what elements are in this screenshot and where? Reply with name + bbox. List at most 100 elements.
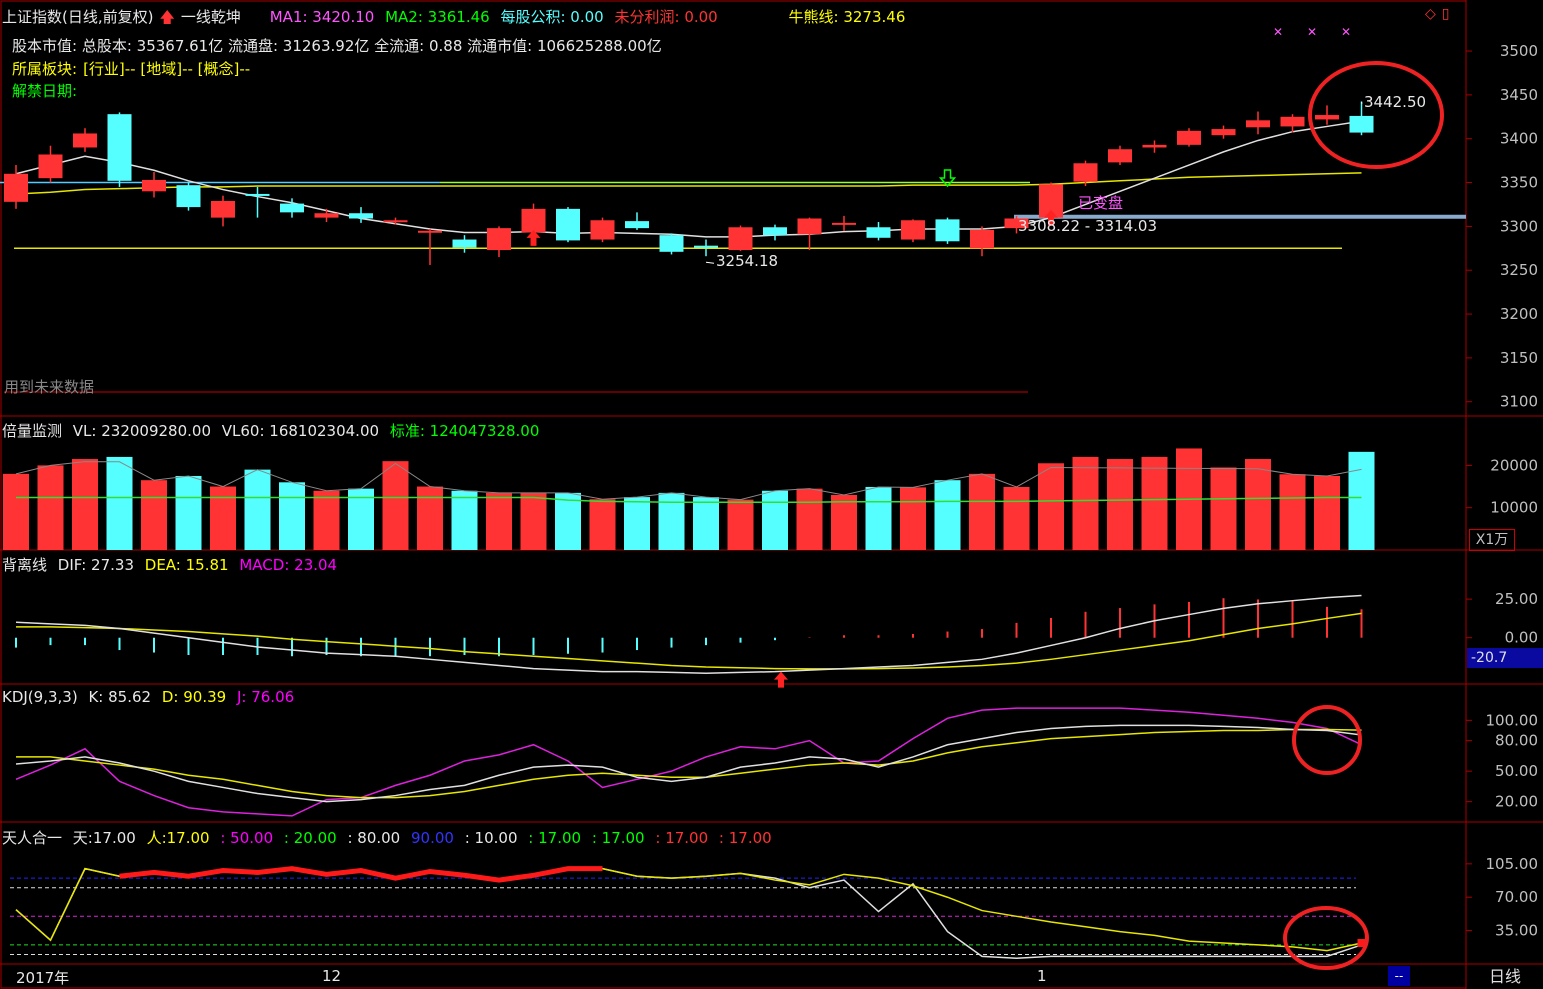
low-pointer [705,261,715,264]
candle-body [832,222,856,225]
candle-body [1211,129,1236,136]
year-label: 2017年 [16,969,70,987]
candle-body [487,228,511,251]
volume-bar [1245,459,1271,550]
unlock-date-label: 解禁日期: [12,82,78,100]
candle-body [38,154,63,179]
ren-line [15,867,1362,952]
candle-body [4,173,28,202]
candle-body [176,185,201,208]
main-header: 上证指数(日线,前复权) 🡅 一线乾坤 MA1: 3420.10 MA2: 3361… [2,6,911,32]
volume-bar [865,486,892,550]
macd-header: 背离线 DIF: 27.33 DEA: 15.81 MACD: 23.04 [2,554,343,575]
volume-bar [1072,456,1099,550]
candle-body [280,203,304,213]
highlight-circle-tianren [1283,906,1369,970]
tianren-indicator-name[interactable]: 天人合一 [2,829,62,847]
value-17c: : 17.00 [655,829,709,847]
volume-bar [1107,459,1133,550]
star-marker-0: ✕ [1273,25,1283,39]
scroll-indicator[interactable]: -- [1388,966,1410,986]
candle-body [1142,144,1167,148]
vl60-value: VL60: 168102304.00 [221,422,380,440]
volume-bar [279,482,305,550]
value-17d: : 17.00 [718,829,772,847]
index-name[interactable]: 上证指数(日线,前复权) [2,8,153,26]
macd-tick-label-0: 0.00 [1505,629,1538,647]
candle-body [694,245,718,248]
volume-header: 倍量监测 VL: 232009280.00 VL60: 168102304.00… [2,420,545,441]
sell-arrow-icon [938,169,957,188]
candle-body [1177,130,1201,145]
dif-value: DIF: 27.33 [57,556,134,574]
volume-bar [141,480,167,550]
candle-body [763,227,787,236]
dif-line [15,594,1362,674]
star-marker-1: ✕ [1307,25,1317,39]
sector-value[interactable]: [行业]-- [地域]-- [概念]-- [83,60,250,78]
indicator-name[interactable]: 一线乾坤 [181,8,241,26]
per-share-fund: 每股公积: 0.00 [500,8,604,26]
macd-value: MACD: 23.04 [239,556,338,574]
kdj-tick-label-2: 80.00 [1495,732,1538,750]
volume-bar [969,473,995,550]
price-tick-label-1: 3150 [1500,349,1538,367]
volume-bar [106,456,133,550]
corner-icons: ◇ ▯ [1425,6,1456,22]
tianren-tick-label-0: 35.00 [1495,922,1538,940]
undistributed-profit: 未分利润: 0.00 [614,8,718,26]
candle-body [107,114,132,181]
candle-body [901,220,925,240]
candle-body [349,213,373,219]
level-80: : 80.00 [347,829,401,847]
period-tab-daily[interactable]: 日线 [1469,966,1541,988]
volume-bar [244,469,271,550]
future-data-note: 用到未来数据 [4,378,95,396]
vl-value: VL: 232009280.00 [72,422,211,440]
value-17b: : 17.00 [591,829,645,847]
candle-body [866,227,891,238]
window-icon[interactable]: ▯ [1442,6,1450,22]
highlight-circle-price [1308,61,1444,169]
candle-body [728,227,753,251]
volume-bar [72,459,98,550]
volume-bar [382,461,409,550]
volume-bar [900,487,926,550]
candle-body [211,200,235,218]
price-tick-label-6: 3400 [1500,130,1538,148]
volume-bar [796,488,823,550]
kdj-tick-label-1: 50.00 [1495,762,1538,780]
price-tick-label-3: 3250 [1500,261,1538,279]
volume-bar [486,492,512,550]
volume-bar [1003,486,1030,550]
macd-cross-arrow-icon [774,671,788,688]
high-price-label: 3442.50 [1364,93,1427,111]
volume-bar [451,490,478,550]
tian-value: 天:17.00 [72,829,136,847]
level-20: : 20.00 [283,829,337,847]
j-line [15,707,1362,817]
candle-body [1108,149,1132,163]
diamond-icon[interactable]: ◇ [1425,6,1436,22]
volume-bar [1314,475,1340,550]
dea-value: DEA: 15.81 [144,556,229,574]
candle-body [1349,115,1374,133]
kdj-tick-label-0: 20.00 [1495,793,1538,811]
volume-bar [37,465,64,550]
candle-body [314,213,339,218]
d-value: D: 90.39 [161,688,227,706]
j-value: J: 76.06 [236,688,295,706]
volume-indicator-name[interactable]: 倍量监测 [2,422,62,440]
volume-bar [589,499,616,550]
volume-bar [727,499,754,550]
candle-body [970,229,994,249]
volume-bar [520,492,547,550]
macd-indicator-name[interactable]: 背离线 [2,556,47,574]
volume-tick-label-1: 20000 [1490,456,1538,474]
volume-bar [1038,463,1064,550]
volume-unit: X1万 [1469,529,1515,551]
tianren-tick-label-2: 105.00 [1486,855,1539,873]
price-tick-label-8: 3500 [1500,42,1538,60]
equity-info: 股本市值: 总股本: 35367.61亿 流通盘: 31263.92亿 全流通:… [12,37,662,55]
kdj-indicator-name[interactable]: KDJ(9,3,3) [2,688,78,706]
